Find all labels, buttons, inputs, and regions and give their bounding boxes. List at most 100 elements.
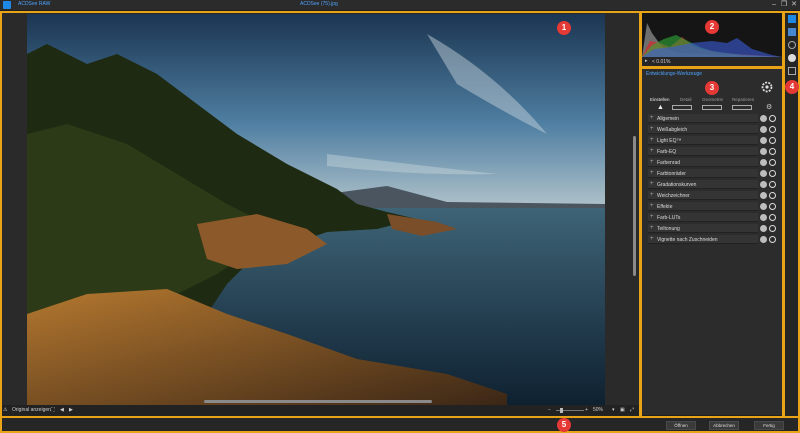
zoom-out-icon[interactable]: − — [548, 407, 551, 414]
tab-geometry[interactable]: Geometrie — [702, 97, 723, 102]
expand-icon[interactable]: + — [650, 115, 654, 121]
detail-icon[interactable] — [672, 105, 692, 110]
section-reset-icon[interactable] — [769, 137, 776, 144]
tab-detail[interactable]: Detail — [680, 97, 692, 102]
image-info-icon[interactable] — [788, 15, 796, 23]
tab-adjust[interactable]: Einstellen — [650, 97, 670, 102]
tool-section[interactable]: + Gradationskurven — [648, 180, 776, 189]
warning-icon[interactable]: ⚠ — [3, 407, 7, 414]
expand-icon[interactable]: ⤢ — [630, 407, 634, 414]
horizontal-scrollbar[interactable] — [4, 399, 629, 404]
section-settings-icon[interactable] — [760, 126, 767, 133]
section-settings-icon[interactable] — [760, 115, 767, 122]
done-button[interactable]: Fertig — [754, 421, 784, 430]
tool-section[interactable]: + Teiltonung — [648, 224, 776, 233]
tool-section[interactable]: + Light EQ™ — [648, 136, 776, 145]
section-settings-icon[interactable] — [760, 236, 767, 243]
photo-preview[interactable] — [27, 14, 605, 407]
section-settings-icon[interactable] — [760, 159, 767, 166]
adjust-icon[interactable] — [788, 41, 796, 49]
tool-section-label: Farb-EQ — [657, 148, 677, 155]
vertical-scrollbar[interactable] — [632, 16, 637, 396]
tool-section-label: Gradationskurven — [657, 181, 697, 188]
tool-section[interactable]: + Allgemein — [648, 114, 776, 123]
fit-to-screen-icon[interactable]: ⛶ — [51, 407, 55, 414]
tools-title: Entwicklungs-Werkzeuge — [646, 71, 703, 77]
section-reset-icon[interactable] — [769, 225, 776, 232]
develop-tools-panel: Entwicklungs-Werkzeuge Einstellen Detail… — [642, 69, 783, 415]
develop-icon[interactable] — [788, 28, 796, 36]
badge-1: 1 — [557, 21, 571, 35]
tab-repair[interactable]: Reparieren — [732, 97, 754, 102]
color-icon[interactable] — [788, 54, 796, 62]
expand-icon[interactable]: + — [650, 159, 654, 165]
zoom-dropdown-icon[interactable]: ▾ — [612, 407, 615, 414]
histogram-toggle-icon[interactable]: ▸ — [645, 58, 648, 64]
tool-section-label: Allgemein — [657, 115, 679, 122]
tool-section-label: Vignette nach Zuschneiden — [657, 236, 718, 243]
section-reset-icon[interactable] — [769, 159, 776, 166]
crop-icon[interactable] — [788, 67, 796, 75]
expand-icon[interactable]: + — [650, 192, 654, 198]
section-settings-icon[interactable] — [760, 214, 767, 221]
image-viewer[interactable]: ⚠ Original anzeigen ⛶ ◀ ▶ − + 50% ▾ ▣ ⤢ — [0, 11, 640, 417]
tool-section[interactable]: + Weißabgleich — [648, 125, 776, 134]
section-reset-icon[interactable] — [769, 236, 776, 243]
tool-section[interactable]: + Vignette nach Zuschneiden — [648, 235, 776, 244]
tool-section[interactable]: + Effekte — [648, 202, 776, 211]
tool-section[interactable]: + Farb-EQ — [648, 147, 776, 156]
tool-section[interactable]: + Weichzeichner — [648, 191, 776, 200]
fullscreen-icon[interactable]: ▣ — [620, 407, 625, 414]
section-settings-icon[interactable] — [760, 148, 767, 155]
histogram-readout: < 0.01% — [652, 58, 671, 65]
zoom-slider-handle[interactable] — [560, 408, 563, 413]
section-settings-icon[interactable] — [760, 137, 767, 144]
title-bar: ACDSee RAW ACDSee (75).jpg – ❐ ✕ — [0, 0, 800, 10]
geometry-icon[interactable] — [702, 105, 722, 110]
cancel-button[interactable]: Abbrechen — [709, 421, 739, 430]
section-reset-icon[interactable] — [769, 115, 776, 122]
next-icon[interactable]: ▶ — [69, 407, 73, 414]
zoom-value[interactable]: 50% — [593, 407, 603, 414]
expand-icon[interactable]: + — [650, 203, 654, 209]
expand-icon[interactable]: + — [650, 236, 654, 242]
tool-section[interactable]: + Farb-LUTs — [648, 213, 776, 222]
section-settings-icon[interactable] — [760, 192, 767, 199]
section-reset-icon[interactable] — [769, 170, 776, 177]
section-settings-icon[interactable] — [760, 181, 767, 188]
section-reset-icon[interactable] — [769, 214, 776, 221]
section-settings-icon[interactable] — [760, 225, 767, 232]
exposure-warning-icon[interactable]: ▲ — [657, 104, 664, 111]
section-reset-icon[interactable] — [769, 126, 776, 133]
expand-icon[interactable]: + — [650, 214, 654, 220]
expand-icon[interactable]: + — [650, 170, 654, 176]
histogram-info: ▸ < 0.01% — [642, 57, 782, 66]
settings-gear-icon[interactable] — [761, 81, 773, 93]
section-reset-icon[interactable] — [769, 181, 776, 188]
tool-section[interactable]: + Farbtonräder — [648, 169, 776, 178]
expand-icon[interactable]: + — [650, 126, 654, 132]
tool-section[interactable]: + Farbenrad — [648, 158, 776, 167]
tool-section-label: Farbenrad — [657, 159, 681, 166]
restore-icon[interactable]: ❐ — [779, 0, 789, 10]
zoom-in-icon[interactable]: + — [585, 407, 588, 414]
tool-section-label: Farbtonräder — [657, 170, 686, 177]
section-reset-icon[interactable] — [769, 148, 776, 155]
previous-icon[interactable]: ◀ — [60, 407, 64, 414]
repair-icon[interactable] — [732, 105, 752, 110]
expand-icon[interactable]: + — [650, 181, 654, 187]
section-settings-icon[interactable] — [760, 203, 767, 210]
section-reset-icon[interactable] — [769, 203, 776, 210]
minimize-icon[interactable]: – — [769, 0, 779, 10]
expand-icon[interactable]: + — [650, 225, 654, 231]
presets-gear-icon[interactable]: ⚙ — [766, 103, 772, 111]
section-settings-icon[interactable] — [760, 170, 767, 177]
show-original-button[interactable]: Original anzeigen — [12, 407, 51, 414]
close-icon[interactable]: ✕ — [789, 0, 799, 10]
expand-icon[interactable]: + — [650, 137, 654, 143]
status-bar: Öffnen Abbrechen Fertig — [0, 418, 800, 433]
open-button[interactable]: Öffnen — [666, 421, 696, 430]
expand-icon[interactable]: + — [650, 148, 654, 154]
section-reset-icon[interactable] — [769, 192, 776, 199]
right-toolbar — [785, 11, 800, 417]
